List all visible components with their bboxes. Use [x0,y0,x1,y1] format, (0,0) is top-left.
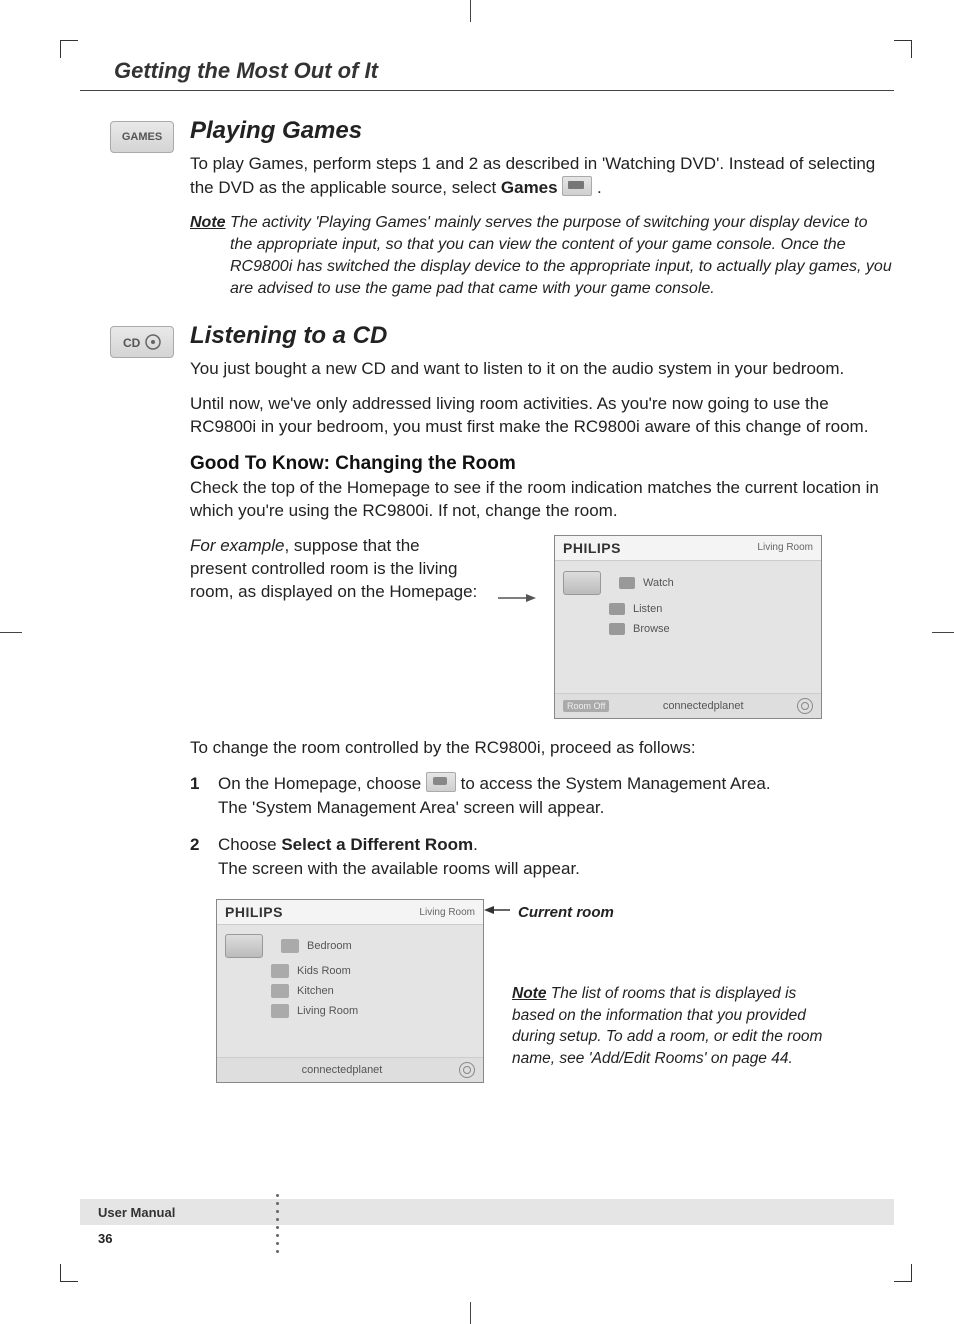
rooms-home-icon [225,934,263,958]
listening-cd-heading: Listening to a CD [190,322,894,350]
footer-label: User Manual [98,1205,175,1220]
gear-icon [797,698,813,714]
watch-icon [619,577,635,589]
room-living: Living Room [297,1005,358,1017]
watch-item: Watch [643,577,674,589]
header-rule [80,90,894,91]
room-bedroom: Bedroom [307,940,352,952]
homepage-screenshot: PHILIPS Living Room Watch Listen Browse … [554,535,822,719]
step-2-b: . [473,835,478,854]
step-1: 1 On the Homepage, choose to access the … [190,772,894,820]
svg-text:CD: CD [123,336,141,350]
step-2-bold: Select a Different Room [281,835,473,854]
room-off-chip: Room Off [563,700,609,712]
arrow-right-icon [498,591,536,610]
games-note-text: The activity 'Playing Games' mainly serv… [230,214,892,297]
games-intro-b: . [592,178,601,197]
note-label: Note [190,214,226,231]
gtk-paragraph: Check the top of the Homepage to see if … [190,477,894,523]
cd-p1: You just bought a new CD and want to lis… [190,358,894,381]
browse-item: Browse [633,623,670,635]
rooms-room-label: Living Room [419,907,475,918]
step-2-number: 2 [190,833,208,881]
living-room-icon [271,1004,289,1018]
current-room-label: Current room [518,904,614,921]
rooms-note: Note The list of rooms that is displayed… [512,983,832,1070]
screen-room-label: Living Room [757,542,813,553]
connected-planet-label: connectedplanet [663,700,744,712]
settings-inline-icon [426,772,456,792]
kitchen-icon [271,984,289,998]
games-inline-icon [562,176,592,196]
step-2-a: Choose [218,835,281,854]
step-1-line2: The 'System Management Area' screen will… [218,796,894,820]
rooms-connected-planet: connectedplanet [302,1064,383,1076]
footer-dots-icon [276,1189,280,1258]
step-2: 2 Choose Select a Different Room. The sc… [190,833,894,881]
for-example: For example [190,536,284,555]
step-1-number: 1 [190,772,208,820]
good-to-know-heading: Good To Know: Changing the Room [190,453,894,475]
listen-icon [609,603,625,615]
rooms-note-label: Note [512,985,546,1002]
step-1-a: On the Homepage, choose [218,774,426,793]
screen-brand: PHILIPS [563,540,621,556]
rooms-screenshot: PHILIPS Living Room Bedroom Kids Room Ki… [216,899,484,1083]
step-2-line2: The screen with the available rooms will… [218,857,894,881]
cd-p2: Until now, we've only addressed living r… [190,393,894,439]
arrow-left-icon [484,903,510,921]
cd-badge-icon: CD [110,326,174,358]
page-number: 36 [98,1231,894,1246]
change-room-intro: To change the room controlled by the RC9… [190,737,894,760]
rooms-note-text: The list of rooms that is displayed is b… [512,985,822,1067]
bedroom-icon [281,939,299,953]
games-word: Games [501,178,558,197]
example-text: For example, suppose that the present co… [190,535,480,604]
rooms-brand: PHILIPS [225,904,283,920]
playing-games-heading: Playing Games [190,117,894,145]
room-kitchen: Kitchen [297,985,334,997]
footer-bar: User Manual [80,1199,894,1225]
step-1-b: to access the System Management Area. [461,774,771,793]
rooms-gear-icon [459,1062,475,1078]
browse-icon [609,623,625,635]
kids-room-icon [271,964,289,978]
listen-item: Listen [633,603,662,615]
room-kids: Kids Room [297,965,351,977]
page-header: Getting the Most Out of It [114,58,894,84]
games-note: Note The activity 'Playing Games' mainly… [190,212,894,300]
games-intro: To play Games, perform steps 1 and 2 as … [190,153,894,200]
games-badge-icon: GAMES [110,121,174,153]
home-button-icon [563,571,601,595]
